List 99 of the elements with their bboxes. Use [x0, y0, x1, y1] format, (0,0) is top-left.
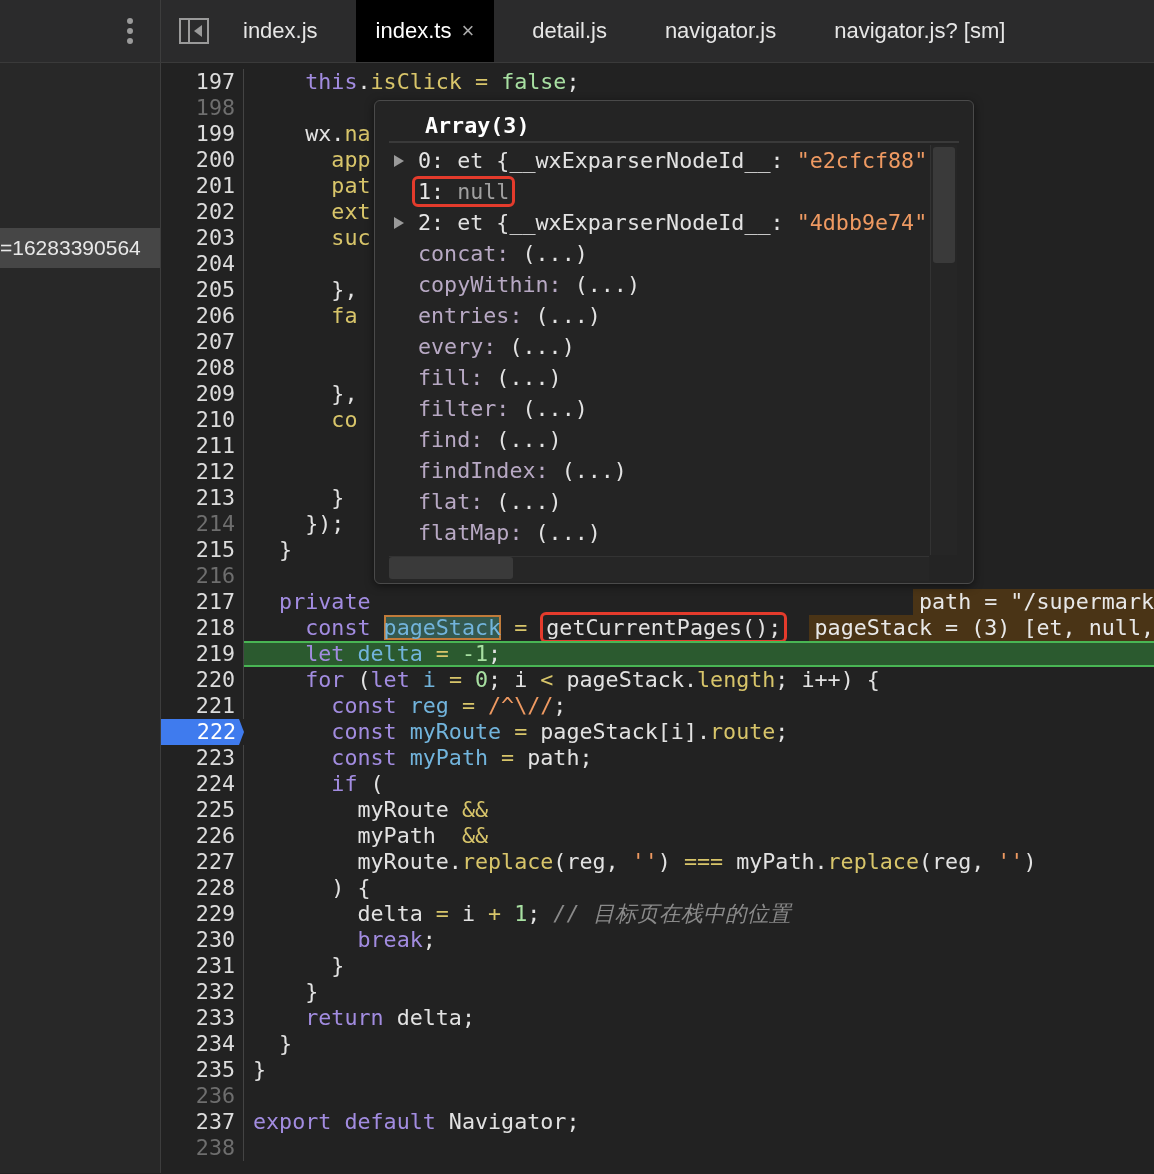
line-number: 206 — [161, 303, 244, 329]
line-number: 230 — [161, 927, 244, 953]
line-number: 235 — [161, 1057, 244, 1083]
code-line: const myPath = path; — [330, 745, 593, 771]
file-tab[interactable]: navigator.js? [sm] — [814, 0, 1026, 62]
property-row[interactable]: 0: et {__wxExparserNodeId__: "e2cfcf88" — [412, 145, 929, 176]
line-number: 223 — [161, 745, 244, 771]
line-number: 227 — [161, 849, 244, 875]
line-number: 197 — [161, 69, 244, 95]
code-line: let delta = -1; — [304, 641, 502, 667]
line-number: 226 — [161, 823, 244, 849]
line-number: 237 — [161, 1109, 244, 1135]
line-number: 202 — [161, 199, 244, 225]
line-number: 225 — [161, 797, 244, 823]
expand-icon[interactable] — [393, 153, 405, 168]
property-row[interactable]: flatMap: (...) — [412, 517, 607, 548]
line-number: 198 — [161, 95, 244, 121]
line-number: 236 — [161, 1083, 244, 1109]
code-line: suc — [330, 225, 371, 251]
line-number: 204 — [161, 251, 244, 277]
property-row[interactable]: fill: (...) — [412, 362, 568, 393]
property-row[interactable]: 2: et {__wxExparserNodeId__: "4dbb9e74" — [412, 207, 929, 238]
line-number: 217 — [161, 589, 244, 615]
code-line: wx.na — [304, 121, 371, 147]
line-number: 208 — [161, 355, 244, 381]
line-number: 213 — [161, 485, 244, 511]
line-number: 228 — [161, 875, 244, 901]
code-line: }, — [330, 277, 358, 303]
line-number: 216 — [161, 563, 244, 589]
line-number: 201 — [161, 173, 244, 199]
line-number: 229 — [161, 901, 244, 927]
line-number: 231 — [161, 953, 244, 979]
code-line: myPath && — [356, 823, 489, 849]
code-line: ) { — [330, 875, 371, 901]
code-line: myRoute && — [356, 797, 489, 823]
line-number: 200 — [161, 147, 244, 173]
line-number: 203 — [161, 225, 244, 251]
line-number: 211 — [161, 433, 244, 459]
code-line: const reg = /^\//; — [330, 693, 567, 719]
code-line: pat — [330, 173, 371, 199]
property-row[interactable]: entries: (...) — [412, 300, 607, 331]
line-number: 232 — [161, 979, 244, 1005]
line-number: 199 — [161, 121, 244, 147]
code-line: this.isClick = false; — [304, 69, 580, 95]
line-number: 218 — [161, 615, 244, 641]
code-line: }, — [330, 381, 358, 407]
file-tab[interactable]: detail.js — [512, 0, 627, 62]
code-line: for (let i = 0; i < pageStack.length; i++) { — [304, 667, 880, 693]
code-line: return delta; — [304, 1005, 475, 1031]
line-number: 234 — [161, 1031, 244, 1057]
property-row[interactable]: flat: (...) — [412, 486, 568, 517]
line-number: 207 — [161, 329, 244, 355]
code-line: } — [253, 1057, 267, 1083]
file-tab[interactable]: navigator.js — [644, 0, 797, 62]
line-number: 224 — [161, 771, 244, 797]
line-number: 220 — [161, 667, 244, 693]
code-line: } — [330, 485, 345, 511]
line-number: 205 — [161, 277, 244, 303]
line-number: 209 — [161, 381, 244, 407]
line-number: 215 — [161, 537, 244, 563]
line-number: 212 — [161, 459, 244, 485]
code-line: } — [278, 537, 293, 563]
property-row[interactable]: every: (...) — [412, 331, 581, 362]
popover-title: Array(3) — [389, 101, 959, 143]
line-number: 214 — [161, 511, 244, 537]
inline-value: path = "/supermark — [912, 589, 1154, 615]
code-line: } — [278, 1031, 293, 1057]
property-row[interactable]: filter: (...) — [412, 393, 594, 424]
line-number: 238 — [161, 1135, 244, 1161]
code-line: app — [330, 147, 371, 173]
more-icon[interactable] — [126, 18, 134, 44]
code-line: } — [304, 979, 319, 1005]
code-line: private — [278, 589, 371, 615]
file-tab[interactable]: index.js — [223, 0, 338, 62]
code-line: myRoute.replace(reg, '') === myPath.replace(reg, '') — [356, 849, 1037, 875]
code-line: } — [330, 953, 345, 979]
inline-value: pageStack = (3) [et, null, — [808, 615, 1154, 641]
code-line: fa — [330, 303, 358, 329]
code-line: const myRoute = pageStack[i].route; — [330, 719, 789, 745]
code-line: ext — [330, 199, 371, 225]
property-row[interactable]: concat: (...) — [412, 238, 594, 269]
line-number: 210 — [161, 407, 244, 433]
code-line: if ( — [330, 771, 384, 797]
code-line: }); — [304, 511, 345, 537]
property-row[interactable]: findIndex: (...) — [412, 455, 633, 486]
code-line: delta = i + 1; // 目标页在栈中的位置 — [356, 901, 791, 927]
expand-icon[interactable] — [393, 215, 405, 230]
selected-row[interactable]: =16283390564 — [0, 228, 160, 268]
property-row[interactable]: find: (...) — [412, 424, 568, 455]
line-number: 233 — [161, 1005, 244, 1031]
code-line: export default Navigator; — [253, 1109, 580, 1135]
sidebar-toggle-icon[interactable] — [179, 18, 209, 44]
property-row[interactable]: 1: null — [412, 176, 516, 207]
code-line: break; — [356, 927, 436, 953]
code-line: co — [330, 407, 358, 433]
property-row[interactable]: copyWithin: (...) — [412, 269, 646, 300]
file-tab[interactable]: index.ts × — [355, 0, 495, 62]
close-icon[interactable]: × — [461, 18, 475, 44]
breakpoint-marker[interactable]: 222 — [161, 719, 244, 745]
